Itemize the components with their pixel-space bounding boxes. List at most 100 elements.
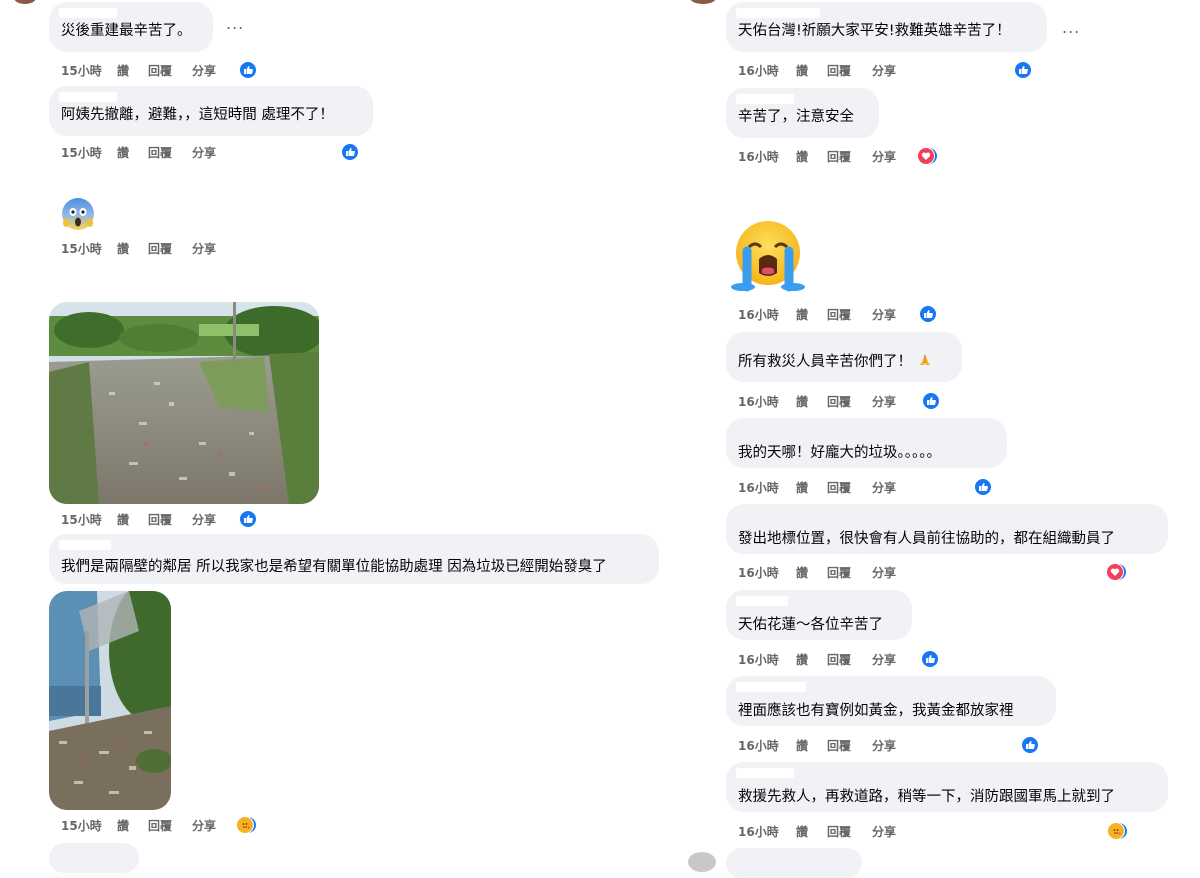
comment-bubble-partial bbox=[49, 843, 139, 873]
reaction-summary[interactable]: 11 bbox=[922, 391, 940, 411]
reaction-summary[interactable]: 4 bbox=[917, 146, 938, 166]
comment-time[interactable]: 16小時 bbox=[738, 306, 779, 323]
share-button[interactable]: 分享 bbox=[872, 306, 896, 323]
share-button[interactable]: 分享 bbox=[872, 148, 896, 165]
comment-time[interactable]: 16小時 bbox=[738, 148, 779, 165]
reaction-summary[interactable]: 6 bbox=[236, 815, 257, 835]
reaction-summary[interactable]: 26 bbox=[1107, 821, 1128, 841]
comment-bubble: 災後重建最辛苦了。 bbox=[49, 2, 213, 52]
comment-bubble: 發出地標位置，很快會有人員前往協助的，都在組織動員了 bbox=[726, 504, 1168, 554]
comment-time[interactable]: 16小時 bbox=[738, 393, 779, 410]
reaction-summary[interactable]: 8 bbox=[974, 477, 992, 497]
reply-button[interactable]: 回覆 bbox=[827, 651, 851, 668]
comment-time[interactable]: 15小時 bbox=[61, 817, 102, 834]
more-options-icon[interactable]: ... bbox=[226, 14, 244, 33]
like-button[interactable]: 讚 bbox=[796, 651, 808, 668]
reaction-summary[interactable]: 21 bbox=[1106, 562, 1127, 582]
reply-button[interactable]: 回覆 bbox=[148, 62, 172, 79]
share-button[interactable]: 分享 bbox=[192, 511, 216, 528]
reaction-summary[interactable]: 3 bbox=[239, 509, 257, 529]
commenter-name-redacted[interactable] bbox=[736, 94, 794, 104]
share-button[interactable]: 分享 bbox=[872, 737, 896, 754]
comment-time[interactable]: 16小時 bbox=[738, 479, 779, 496]
share-button[interactable]: 分享 bbox=[192, 240, 216, 257]
share-button[interactable]: 分享 bbox=[192, 817, 216, 834]
like-button[interactable]: 讚 bbox=[796, 393, 808, 410]
comment-time[interactable]: 16小時 bbox=[738, 823, 779, 840]
reply-button[interactable]: 回覆 bbox=[827, 306, 851, 323]
like-button[interactable]: 讚 bbox=[117, 62, 129, 79]
like-button[interactable]: 讚 bbox=[796, 737, 808, 754]
avatar[interactable] bbox=[690, 0, 716, 4]
comment-photo-flood-debris[interactable] bbox=[49, 302, 319, 504]
comment-actions: 16小時 讚 回覆 分享 2 bbox=[738, 650, 978, 668]
avatar[interactable] bbox=[688, 852, 716, 872]
more-options-icon[interactable]: ... bbox=[1062, 18, 1080, 37]
commenter-name-redacted[interactable] bbox=[59, 540, 111, 550]
share-button[interactable]: 分享 bbox=[872, 393, 896, 410]
comment-actions: 15小時 讚 回覆 分享 4 bbox=[61, 143, 381, 161]
reply-button[interactable]: 回覆 bbox=[827, 393, 851, 410]
comment-text: 天佑花蓮～各位辛苦了 bbox=[738, 617, 883, 633]
comment-time[interactable]: 15小時 bbox=[61, 511, 102, 528]
share-button[interactable]: 分享 bbox=[872, 823, 896, 840]
share-button[interactable]: 分享 bbox=[872, 62, 896, 79]
reply-button[interactable]: 回覆 bbox=[148, 144, 172, 161]
reply-button[interactable]: 回覆 bbox=[827, 737, 851, 754]
like-reaction-icon bbox=[1014, 61, 1032, 79]
commenter-name-redacted[interactable] bbox=[736, 768, 794, 778]
share-button[interactable]: 分享 bbox=[872, 564, 896, 581]
reply-button[interactable]: 回覆 bbox=[827, 148, 851, 165]
reaction-summary[interactable]: 7 bbox=[239, 60, 257, 80]
comment-time[interactable]: 16小時 bbox=[738, 737, 779, 754]
reaction-summary[interactable]: 2 bbox=[1014, 60, 1032, 80]
avatar[interactable] bbox=[14, 0, 36, 4]
reply-button[interactable]: 回覆 bbox=[148, 817, 172, 834]
reply-button[interactable]: 回覆 bbox=[827, 479, 851, 496]
like-button[interactable]: 讚 bbox=[796, 62, 808, 79]
screaming-face-icon bbox=[61, 197, 95, 231]
reaction-summary[interactable]: 4 bbox=[341, 142, 359, 162]
comment-time[interactable]: 15小時 bbox=[61, 62, 102, 79]
comment-bubble: 裡面應該也有寶例如黃金，我黃金都放家裡 bbox=[726, 676, 1056, 726]
comment-time[interactable]: 16小時 bbox=[738, 564, 779, 581]
comment-actions: 15小時 讚 回覆 分享 6 bbox=[61, 816, 301, 834]
folded-hands-icon bbox=[917, 352, 933, 368]
commenter-name-redacted[interactable] bbox=[59, 92, 117, 102]
comment-time[interactable]: 15小時 bbox=[61, 144, 102, 161]
like-button[interactable]: 讚 bbox=[117, 144, 129, 161]
reply-button[interactable]: 回覆 bbox=[827, 564, 851, 581]
comment-time[interactable]: 16小時 bbox=[738, 651, 779, 668]
comment-time[interactable]: 16小時 bbox=[738, 62, 779, 79]
like-button[interactable]: 讚 bbox=[117, 511, 129, 528]
share-button[interactable]: 分享 bbox=[872, 651, 896, 668]
like-button[interactable]: 讚 bbox=[796, 823, 808, 840]
commenter-name-redacted[interactable] bbox=[736, 8, 820, 18]
comment-actions: 16小時 讚 回覆 分享 2 bbox=[738, 61, 1058, 79]
reply-button[interactable]: 回覆 bbox=[148, 511, 172, 528]
comment-text: 救援先救人，再救道路，稍等一下，消防跟國軍馬上就到了 bbox=[738, 789, 1115, 805]
commenter-name-redacted[interactable] bbox=[736, 682, 806, 692]
like-button[interactable]: 讚 bbox=[117, 240, 129, 257]
like-reaction-icon bbox=[1021, 736, 1039, 754]
reply-button[interactable]: 回覆 bbox=[148, 240, 172, 257]
share-button[interactable]: 分享 bbox=[192, 144, 216, 161]
share-button[interactable]: 分享 bbox=[192, 62, 216, 79]
like-button[interactable]: 讚 bbox=[796, 148, 808, 165]
reaction-summary[interactable]: 2 bbox=[921, 649, 939, 669]
comment-text: 災後重建最辛苦了。 bbox=[61, 23, 192, 39]
share-button[interactable]: 分享 bbox=[872, 479, 896, 496]
reply-button[interactable]: 回覆 bbox=[827, 823, 851, 840]
reply-button[interactable]: 回覆 bbox=[827, 62, 851, 79]
like-button[interactable]: 讚 bbox=[796, 564, 808, 581]
comment-photo-debris-by-house[interactable] bbox=[49, 591, 171, 810]
comment-actions: 16小時 讚 回覆 分享 8 bbox=[738, 478, 1018, 496]
commenter-name-redacted[interactable] bbox=[59, 8, 117, 18]
reaction-summary[interactable]: 3 bbox=[1021, 735, 1039, 755]
comment-bubble-partial bbox=[726, 848, 862, 878]
like-button[interactable]: 讚 bbox=[117, 817, 129, 834]
like-button[interactable]: 讚 bbox=[796, 479, 808, 496]
comment-time[interactable]: 15小時 bbox=[61, 240, 102, 257]
commenter-name-redacted[interactable] bbox=[736, 596, 788, 606]
like-button[interactable]: 讚 bbox=[796, 306, 808, 323]
